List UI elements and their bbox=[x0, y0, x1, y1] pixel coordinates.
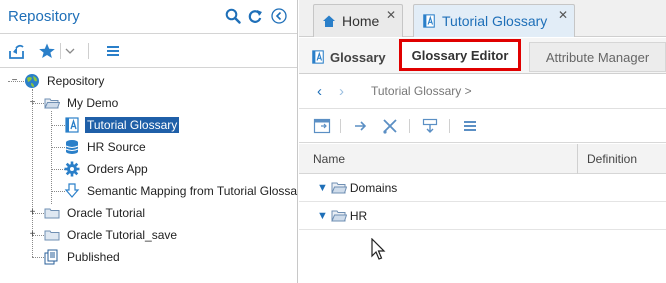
cut-icon[interactable] bbox=[381, 117, 399, 135]
tree-node-repository[interactable]: Repository bbox=[24, 71, 106, 91]
refresh-icon[interactable] bbox=[247, 8, 263, 24]
tab-home[interactable]: Home ✕ bbox=[313, 4, 403, 37]
search-icon[interactable] bbox=[225, 8, 241, 24]
repository-toolbar bbox=[0, 35, 297, 68]
move-right-icon[interactable] bbox=[352, 117, 370, 135]
tree-node-label: Published bbox=[67, 250, 120, 264]
editor-sub-tabs: Glossary Glossary Editor Attribute Manag… bbox=[299, 38, 666, 74]
back-arrow-icon[interactable]: ‹ bbox=[317, 83, 322, 100]
glossary-icon bbox=[65, 117, 79, 133]
toolbar-divider bbox=[88, 43, 89, 59]
tab-glossary-label: Glossary bbox=[330, 49, 386, 65]
tree-connector bbox=[51, 147, 65, 148]
tree-node-label: Oracle Tutorial bbox=[67, 206, 146, 220]
tree-node-label: Oracle Tutorial_save bbox=[67, 228, 178, 242]
menu-icon[interactable] bbox=[461, 117, 479, 135]
grid-header: Name Definition bbox=[299, 144, 666, 174]
breadcrumb: ‹ › Tutorial Glossary > bbox=[299, 75, 666, 109]
favorite-star-icon[interactable] bbox=[38, 42, 56, 60]
tree-node-label: Orders App bbox=[87, 162, 148, 176]
tree-connector bbox=[51, 169, 65, 170]
tree-node-my-demo[interactable]: My Demo bbox=[44, 93, 120, 113]
collapse-left-icon[interactable] bbox=[271, 8, 287, 24]
toolbar-divider bbox=[60, 43, 61, 59]
published-pages-icon bbox=[44, 249, 58, 265]
repository-tree: − − + + Repository My Demo Tutorial Glos… bbox=[0, 69, 297, 283]
forward-arrow-icon[interactable]: › bbox=[339, 83, 344, 100]
tree-connector bbox=[32, 257, 44, 258]
gear-icon bbox=[64, 161, 80, 177]
table-row[interactable]: ▼ HR bbox=[299, 203, 666, 230]
folder-icon bbox=[44, 208, 60, 219]
tree-connector bbox=[51, 191, 65, 192]
menu-icon[interactable] bbox=[104, 42, 122, 60]
globe-icon bbox=[25, 74, 39, 88]
tree-node-label: Repository bbox=[47, 74, 105, 88]
home-icon bbox=[323, 15, 335, 27]
tab-glossary-editor[interactable]: Glossary Editor bbox=[399, 39, 521, 71]
database-icon bbox=[65, 140, 79, 154]
chevron-down-icon[interactable]: ▼ bbox=[317, 210, 328, 222]
tree-node-label: My Demo bbox=[67, 96, 119, 110]
tab-tutorial-glossary[interactable]: Tutorial Glossary ✕ bbox=[413, 4, 575, 37]
repository-panel: Repository − − + + Repository My Demo Tu… bbox=[0, 0, 298, 283]
tree-node-oracle-tutorial[interactable]: Oracle Tutorial bbox=[44, 203, 147, 223]
import-icon[interactable] bbox=[8, 42, 26, 60]
editor-area: Home ✕ Tutorial Glossary ✕ Glossary Glos… bbox=[299, 0, 666, 283]
tab-glossary-editor-label: Glossary Editor bbox=[411, 47, 509, 63]
tab-tutorial-glossary-label: Tutorial Glossary bbox=[442, 13, 548, 29]
toolbar-divider bbox=[449, 119, 450, 133]
tree-node-label: Tutorial Glossary bbox=[85, 117, 180, 133]
tree-node-published[interactable]: Published bbox=[44, 247, 122, 267]
glossary-icon bbox=[423, 14, 435, 28]
tree-node-hr-source[interactable]: HR Source bbox=[64, 137, 148, 157]
tab-glossary[interactable]: Glossary bbox=[305, 42, 392, 72]
breadcrumb-path[interactable]: Tutorial Glossary > bbox=[371, 84, 472, 98]
tree-node-semantic-mapping[interactable]: Semantic Mapping from Tutorial Glossa bbox=[64, 181, 299, 201]
open-folder-icon bbox=[44, 98, 60, 109]
repository-title: Repository bbox=[8, 8, 80, 25]
tree-node-oracle-tutorial-save[interactable]: Oracle Tutorial_save bbox=[44, 225, 179, 245]
tab-attribute-manager-label: Attribute Manager bbox=[545, 49, 650, 65]
column-header-definition[interactable]: Definition bbox=[587, 152, 637, 166]
tree-node-label: HR Source bbox=[87, 140, 146, 154]
glossary-icon bbox=[312, 50, 324, 64]
repository-panel-header: Repository bbox=[0, 0, 297, 34]
tree-connector bbox=[51, 125, 65, 126]
row-name: HR bbox=[349, 209, 368, 223]
collapse-toggle[interactable]: − bbox=[10, 76, 19, 86]
tree-node-tutorial-glossary[interactable]: Tutorial Glossary bbox=[64, 115, 180, 135]
tab-home-label: Home bbox=[342, 13, 380, 29]
toolbar-divider bbox=[340, 119, 341, 133]
toolbar-divider bbox=[409, 119, 410, 133]
open-folder-icon bbox=[331, 210, 347, 222]
column-resize-handle[interactable] bbox=[577, 144, 578, 174]
table-row[interactable]: ▼ Domains bbox=[299, 175, 666, 202]
tree-node-label: Semantic Mapping from Tutorial Glossa bbox=[87, 184, 298, 198]
close-icon[interactable]: ✕ bbox=[558, 8, 568, 22]
folder-icon bbox=[44, 230, 60, 241]
tree-node-orders-app[interactable]: Orders App bbox=[64, 159, 150, 179]
collapse-toggle[interactable]: − bbox=[28, 98, 37, 108]
document-tab-strip: Home ✕ Tutorial Glossary ✕ bbox=[299, 0, 666, 37]
dropdown-chevron-icon[interactable] bbox=[64, 42, 76, 60]
row-name: Domains bbox=[349, 181, 398, 195]
close-icon[interactable]: ✕ bbox=[386, 8, 396, 22]
expand-toggle[interactable]: + bbox=[28, 208, 37, 218]
expand-toggle[interactable]: + bbox=[28, 230, 37, 240]
column-header-name[interactable]: Name bbox=[313, 152, 345, 166]
open-folder-icon bbox=[331, 182, 347, 194]
download-icon[interactable] bbox=[421, 117, 439, 135]
tab-attribute-manager[interactable]: Attribute Manager bbox=[529, 42, 666, 72]
open-pane-icon[interactable] bbox=[313, 117, 331, 135]
mouse-pointer-icon bbox=[371, 238, 386, 260]
mapping-arrow-icon bbox=[64, 183, 80, 198]
chevron-down-icon[interactable]: ▼ bbox=[317, 182, 328, 194]
editor-toolbar bbox=[299, 110, 666, 143]
